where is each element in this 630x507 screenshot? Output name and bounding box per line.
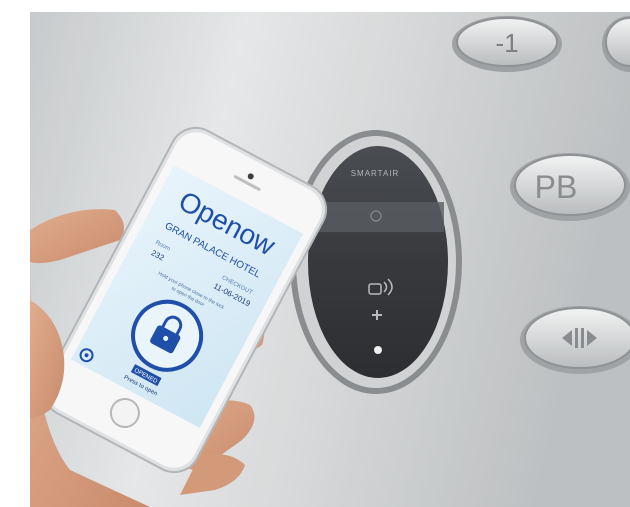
reader-brand: SMARTAIR xyxy=(351,169,400,178)
scene: -1 PB SMARTAIR Openow GRAN PALACE HOTEL … xyxy=(30,12,630,507)
smart-lock-reader[interactable]: SMARTAIR xyxy=(290,130,462,394)
elevator-button-minus-one[interactable]: -1 xyxy=(452,16,562,72)
elevator-button-pb-label: PB xyxy=(535,169,578,205)
elevator-button-pb[interactable]: PB xyxy=(510,153,630,221)
elevator-button-minus-one-label: -1 xyxy=(495,28,518,58)
reader-keyhole xyxy=(374,346,382,354)
reader-light-band xyxy=(312,202,444,232)
